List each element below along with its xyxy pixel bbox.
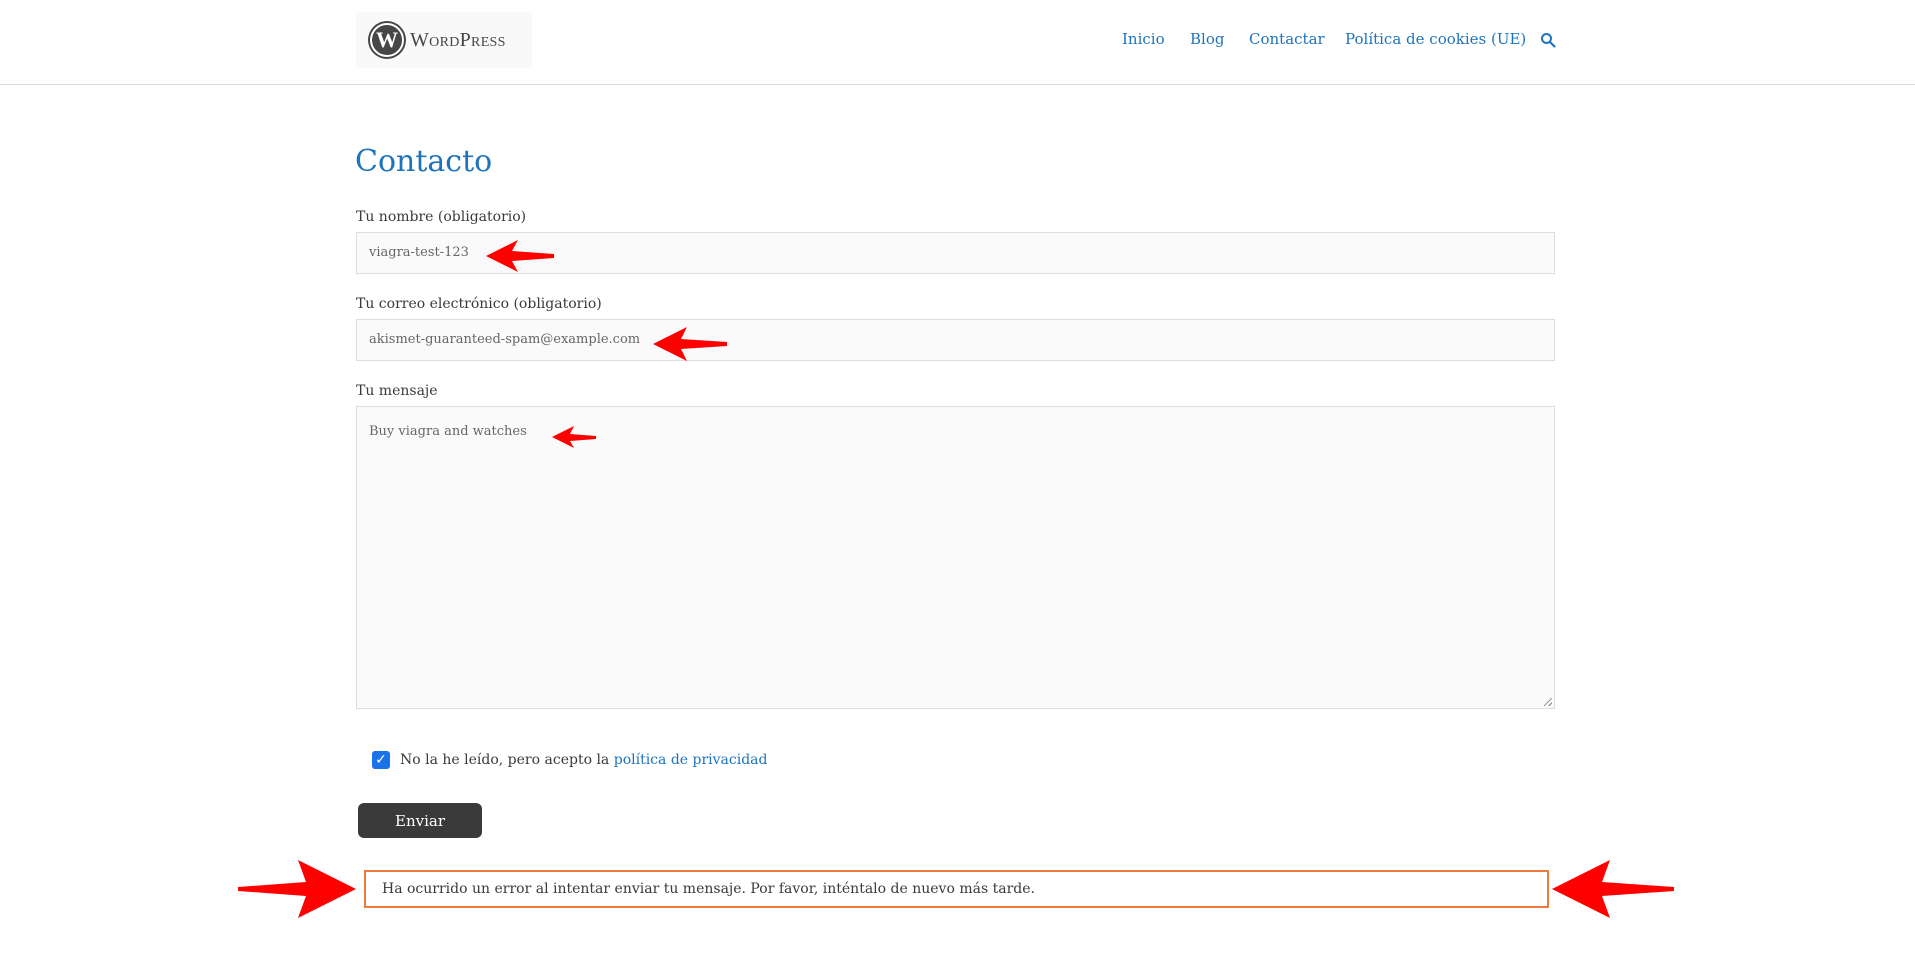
wordpress-logo-icon: W (370, 23, 404, 57)
consent-checkbox[interactable]: ✓ (372, 751, 390, 769)
site-logo[interactable]: W WordPress (356, 12, 532, 68)
submit-button[interactable]: Enviar (358, 803, 482, 838)
logo-text: WordPress (410, 28, 506, 51)
consent-text: No la he leído, pero acepto la (400, 752, 610, 768)
resize-handle-icon[interactable] (1544, 698, 1552, 706)
privacy-policy-link[interactable]: política de privacidad (614, 752, 768, 768)
nav-link-blog[interactable]: Blog (1190, 30, 1224, 48)
search-icon[interactable] (1540, 32, 1556, 48)
nav-link-inicio[interactable]: Inicio (1122, 30, 1165, 48)
page-title: Contacto (355, 144, 493, 179)
message-label: Tu mensaje (356, 383, 438, 399)
nav-link-cookies[interactable]: Política de cookies (UE) (1345, 30, 1526, 48)
annotation-arrow-icon (653, 327, 727, 361)
privacy-consent: ✓ No la he leído, pero acepto la polític… (372, 751, 768, 769)
annotation-arrow-icon (1552, 860, 1674, 918)
annotation-arrow-icon (486, 240, 554, 272)
annotation-arrow-icon (552, 426, 596, 448)
site-header: W WordPress Inicio Blog Contactar Políti… (0, 0, 1915, 85)
email-label: Tu correo electrónico (obligatorio) (356, 296, 602, 312)
message-text: Buy viagra and watches (369, 424, 527, 439)
error-message: Ha ocurrido un error al intentar enviar … (364, 870, 1549, 908)
email-input[interactable]: akismet-guaranteed-spam@example.com (356, 319, 1555, 361)
message-textarea[interactable]: Buy viagra and watches (356, 406, 1555, 709)
nav-link-contactar[interactable]: Contactar (1249, 30, 1325, 48)
name-label: Tu nombre (obligatorio) (356, 209, 527, 225)
annotation-arrow-icon (238, 860, 356, 918)
